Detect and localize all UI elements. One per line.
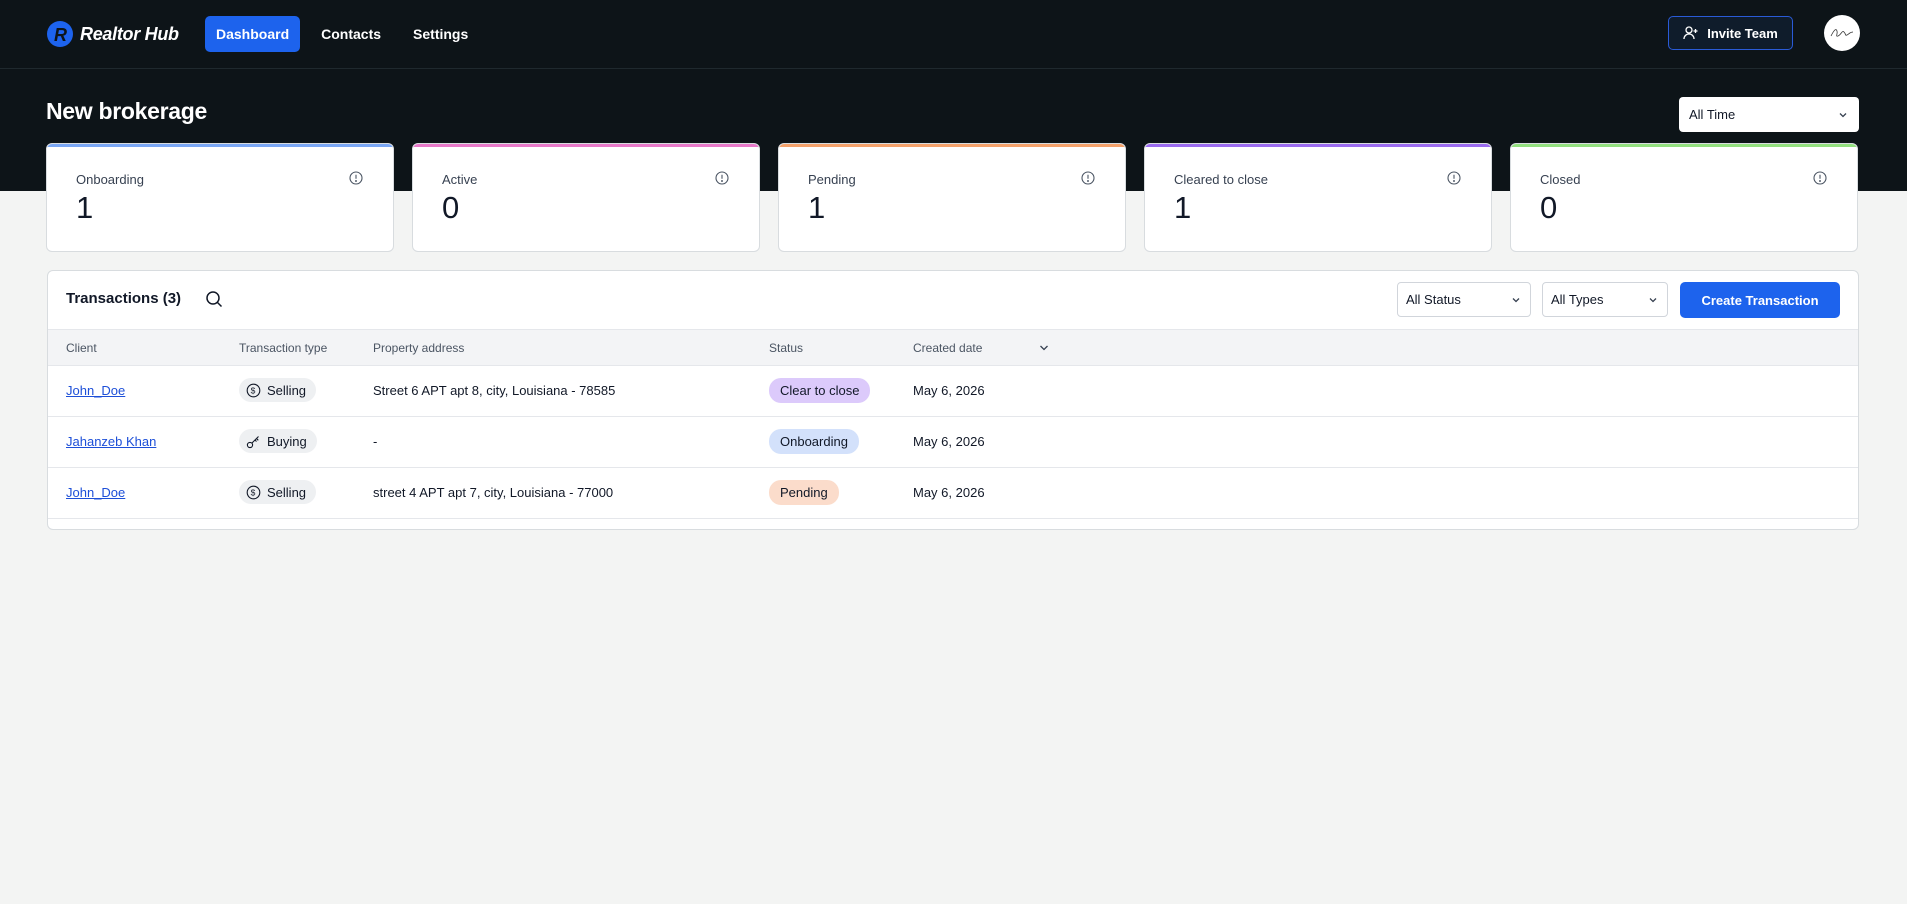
- card-accent: [47, 144, 393, 147]
- svg-text:$: $: [251, 487, 256, 497]
- card-accent: [779, 144, 1125, 147]
- column-transaction-type[interactable]: Transaction type: [239, 341, 327, 355]
- status-filter-select[interactable]: All Status: [1397, 282, 1531, 317]
- transaction-type-label: Selling: [267, 484, 307, 500]
- nav-contacts[interactable]: Contacts: [310, 16, 392, 52]
- property-address: -: [373, 434, 378, 449]
- header-divider: [0, 68, 1907, 69]
- nav-dashboard[interactable]: Dashboard: [205, 16, 301, 52]
- info-icon[interactable]: [349, 171, 363, 185]
- status-label: Onboarding: [780, 434, 848, 449]
- column-status[interactable]: Status: [769, 341, 803, 355]
- column-client[interactable]: Client: [66, 341, 97, 355]
- transaction-type-badge: $ Selling: [239, 480, 317, 504]
- status-badge: Onboarding: [769, 429, 859, 454]
- brand-name: Realtor Hub: [80, 23, 179, 44]
- client-link[interactable]: John_Doe: [66, 383, 125, 398]
- card-value: 1: [1174, 190, 1192, 225]
- info-icon[interactable]: [715, 171, 729, 185]
- status-filter-value: All Status: [1406, 292, 1461, 307]
- svg-text:$: $: [251, 385, 256, 395]
- chevron-down-icon: [1649, 297, 1657, 302]
- chevron-down-icon[interactable]: [1038, 342, 1050, 354]
- info-icon[interactable]: [1813, 171, 1827, 185]
- status-label: Clear to close: [780, 383, 860, 398]
- table-header: Client Transaction type Property address…: [48, 329, 1858, 366]
- card-label: Active: [442, 172, 478, 187]
- stat-card-cleared-to-close: Cleared to close 1: [1144, 143, 1492, 252]
- table-row[interactable]: Jahanzeb Khan Buying - Onboarding May 6,…: [48, 417, 1858, 468]
- client-link[interactable]: Jahanzeb Khan: [66, 434, 156, 449]
- info-icon[interactable]: [1081, 171, 1095, 185]
- card-value: 1: [76, 190, 94, 225]
- type-filter-value: All Types: [1551, 292, 1604, 307]
- card-label: Pending: [808, 172, 856, 187]
- nav-settings[interactable]: Settings: [402, 16, 479, 52]
- table-row[interactable]: John_Doe $ Selling Street 6 APT apt 8, c…: [48, 366, 1858, 417]
- stat-card-pending: Pending 1: [778, 143, 1126, 252]
- time-range-select[interactable]: All Time: [1679, 97, 1859, 132]
- chevron-down-icon: [1512, 297, 1520, 302]
- brand-logo[interactable]: R Realtor Hub: [46, 20, 179, 48]
- card-label: Closed: [1540, 172, 1581, 187]
- svg-text:R: R: [54, 25, 67, 45]
- property-address: Street 6 APT apt 8, city, Louisiana - 78…: [373, 383, 616, 398]
- created-date: May 6, 2026: [913, 383, 985, 398]
- page-title: New brokerage: [46, 98, 207, 124]
- status-badge: Pending: [769, 480, 839, 505]
- card-value: 1: [808, 190, 826, 225]
- created-date: May 6, 2026: [913, 485, 985, 500]
- transaction-type-label: Selling: [267, 382, 307, 398]
- main-nav: Dashboard Contacts Settings: [205, 16, 479, 52]
- transactions-panel: Transactions (3) All Status All Types Cr…: [47, 270, 1859, 530]
- transaction-type-label: Buying: [267, 433, 307, 449]
- transactions-header: Transactions (3) All Status All Types Cr…: [48, 271, 1858, 329]
- stat-card-onboarding: Onboarding 1: [46, 143, 394, 252]
- card-value: 0: [442, 190, 460, 225]
- transaction-type-badge: Buying: [239, 429, 317, 453]
- card-accent: [413, 144, 759, 147]
- status-label: Pending: [780, 485, 828, 500]
- chevron-down-icon: [1839, 112, 1847, 117]
- card-accent: [1511, 144, 1857, 147]
- column-created-date[interactable]: Created date: [913, 341, 982, 355]
- user-plus-icon: [1683, 26, 1698, 40]
- created-date: May 6, 2026: [913, 434, 985, 449]
- signature-avatar-icon: [1830, 29, 1854, 37]
- stat-card-active: Active 0: [412, 143, 760, 252]
- table-row[interactable]: John_Doe $ Selling street 4 APT apt 7, c…: [48, 468, 1858, 519]
- time-range-value: All Time: [1689, 107, 1736, 122]
- transactions-title: Transactions (3): [66, 290, 182, 307]
- dollar-icon: $: [246, 485, 261, 499]
- info-icon[interactable]: [1447, 171, 1461, 185]
- invite-team-label: Invite Team: [1707, 25, 1778, 41]
- stat-cards: Onboarding 1 Active 0 Pending 1 Cleared …: [46, 143, 1858, 252]
- invite-team-button[interactable]: Invite Team: [1668, 16, 1793, 50]
- type-filter-select[interactable]: All Types: [1542, 282, 1668, 317]
- card-label: Cleared to close: [1174, 172, 1268, 187]
- user-avatar[interactable]: [1824, 15, 1860, 51]
- client-link[interactable]: John_Doe: [66, 485, 125, 500]
- key-icon: [246, 435, 259, 448]
- card-accent: [1145, 144, 1491, 147]
- card-value: 0: [1540, 190, 1558, 225]
- status-badge: Clear to close: [769, 378, 871, 403]
- column-property-address[interactable]: Property address: [373, 341, 464, 355]
- dollar-icon: $: [246, 383, 261, 397]
- stat-card-closed: Closed 0: [1510, 143, 1858, 252]
- property-address: street 4 APT apt 7, city, Louisiana - 77…: [373, 485, 614, 500]
- search-icon[interactable]: [205, 290, 223, 308]
- transaction-type-badge: $ Selling: [239, 378, 317, 402]
- create-transaction-button[interactable]: Create Transaction: [1680, 282, 1840, 318]
- card-label: Onboarding: [76, 172, 144, 187]
- realtor-logo-icon: R: [47, 21, 73, 47]
